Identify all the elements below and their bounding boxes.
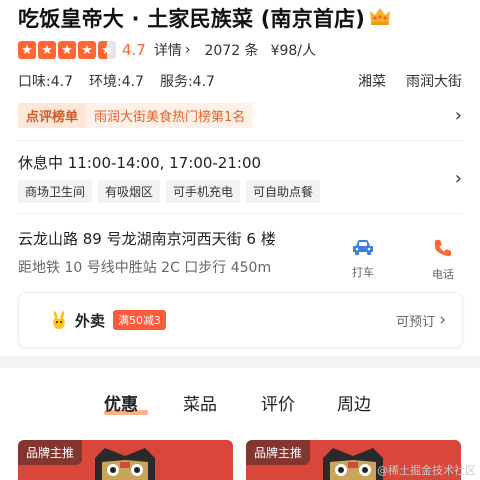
ranking-text: 雨润大街美食热门榜第1名 <box>86 102 254 128</box>
facility-tag: 可自助点餐 <box>246 180 321 203</box>
phone-icon <box>433 238 453 262</box>
metro-distance: 距地铁 10 号线中胜站 2C 口步行 450m <box>18 260 272 276</box>
star-icon: ★ <box>18 41 36 59</box>
facility-tags: 商场卫生间 有吸烟区 可手机充电 可自助点餐 <box>18 180 321 203</box>
star-icon: ★ <box>58 41 76 59</box>
ranking-badge: 点评榜单 <box>18 102 87 128</box>
shop-title-row: 吃饭皇帝大 · 土家民族菜 (南京首店) <box>18 2 478 34</box>
half-star-icon: ★ <box>98 41 116 59</box>
tab-deals[interactable]: 优惠 <box>104 390 138 415</box>
takeout-label: 外卖 <box>75 311 106 330</box>
service-score: 服务:4.7 <box>159 74 215 90</box>
tab-reviews[interactable]: 评价 <box>261 390 295 415</box>
chevron-right-icon[interactable]: › <box>455 168 462 189</box>
mascot-illustration <box>95 448 155 480</box>
star-icon: ★ <box>78 41 96 59</box>
ranking-row[interactable]: 点评榜单 雨润大街美食热门榜第1名 › <box>18 102 462 128</box>
chevron-right-icon[interactable]: › <box>185 42 191 58</box>
taste-score: 口味:4.7 <box>18 74 73 90</box>
taxi-label: 打车 <box>352 266 374 279</box>
divider <box>18 213 462 214</box>
avg-price: ¥98/人 <box>270 43 317 59</box>
address[interactable]: 云龙山路 89 号龙湖南京河西天街 6 楼 <box>18 228 276 249</box>
shop-title: 吃饭皇帝大 · 土家民族菜 (南京首店) <box>18 7 366 31</box>
reserve-label: 可预订 <box>396 314 436 330</box>
cuisine-tag[interactable]: 湘菜 <box>358 71 386 91</box>
reserve-link[interactable]: 可预订 › <box>396 310 446 330</box>
rating-row: ★ ★ ★ ★ ★ 4.7 详情 › 2072 条 ¥98/人 <box>18 40 316 60</box>
scores-row: 口味:4.7 环境:4.7 服务:4.7 湘菜 雨润大街 <box>18 71 462 91</box>
facility-tag: 可手机充电 <box>166 180 241 203</box>
phone-button[interactable]: 电话 <box>423 238 463 282</box>
tab-dishes[interactable]: 菜品 <box>183 390 217 415</box>
chevron-right-icon: › <box>439 310 446 330</box>
takeout-icon <box>51 310 67 330</box>
star-icon: ★ <box>38 41 56 59</box>
promo-badge: 满50减3 <box>113 310 167 330</box>
section-separator <box>0 356 480 368</box>
takeout-card[interactable]: 外卖 满50减3 可预订 › <box>18 292 463 348</box>
area-tag[interactable]: 雨润大街 <box>406 71 462 91</box>
watermark: @稀土掘金技术社区 <box>377 464 476 477</box>
business-hours: 休息中 11:00-14:00, 17:00-21:00 <box>18 154 262 172</box>
tab-nearby[interactable]: 周边 <box>337 390 371 415</box>
rating-score: 4.7 <box>122 41 146 59</box>
divider <box>18 140 462 141</box>
environment-score: 环境:4.7 <box>88 74 144 90</box>
detail-link[interactable]: 详情 <box>154 40 182 60</box>
phone-label: 电话 <box>432 268 454 281</box>
brand-badge: 品牌主推 <box>18 440 83 465</box>
crown-icon <box>369 6 391 31</box>
car-icon <box>352 238 374 260</box>
section-tabs: 优惠 菜品 评价 周边 <box>0 368 480 428</box>
chevron-right-icon: › <box>454 104 462 126</box>
star-rating: ★ ★ ★ ★ ★ <box>18 41 116 59</box>
facility-tag: 有吸烟区 <box>98 180 161 203</box>
taxi-button[interactable]: 打车 <box>343 238 383 280</box>
promo-card[interactable]: 品牌主推 <box>18 440 233 480</box>
review-count[interactable]: 2072 条 <box>204 40 258 60</box>
brand-badge: 品牌主推 <box>246 440 311 465</box>
facility-tag: 商场卫生间 <box>18 180 93 203</box>
